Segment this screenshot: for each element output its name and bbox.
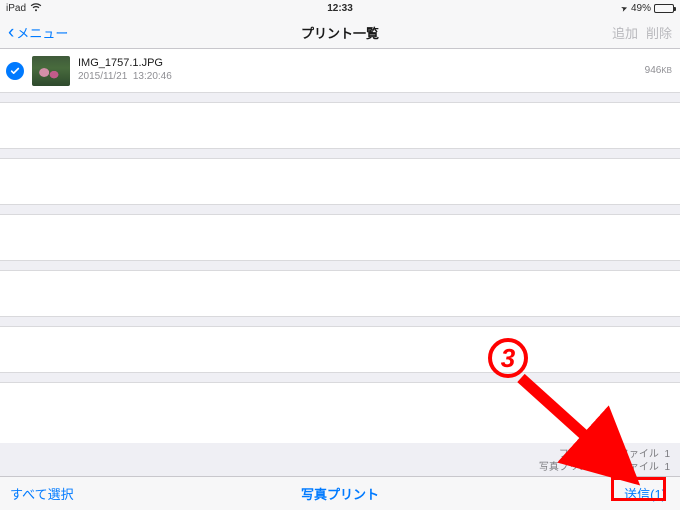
back-button[interactable]: ‹ メニュー xyxy=(8,23,68,42)
back-label: メニュー xyxy=(16,23,68,42)
thumbnail xyxy=(32,56,70,86)
delete-button: 削除 xyxy=(646,23,672,42)
page-title: プリント一覧 xyxy=(301,23,379,42)
status-time: 12:33 xyxy=(327,3,353,14)
chevron-left-icon: ‹ xyxy=(8,23,14,42)
empty-row xyxy=(0,327,680,373)
file-meta: 2015/11/21 13:20:46 xyxy=(78,71,172,84)
location-icon: ➤ xyxy=(620,3,629,14)
send-button[interactable]: 送信(1) xyxy=(620,483,670,504)
spacer xyxy=(0,205,680,215)
empty-row xyxy=(0,383,680,443)
spacer xyxy=(0,93,680,103)
add-button: 追加 xyxy=(612,23,638,42)
list-item[interactable]: IMG_1757.1.JPG 2015/11/21 13:20:46 946KB xyxy=(0,49,680,93)
empty-row xyxy=(0,215,680,261)
file-size: 946KB xyxy=(645,65,672,76)
status-bar: iPad 12:33 ➤ 49% xyxy=(0,0,680,16)
battery-icon xyxy=(654,4,674,13)
toolbar: すべて選択 写真プリント 送信(1) xyxy=(0,476,680,510)
spacer xyxy=(0,261,680,271)
file-name: IMG_1757.1.JPG xyxy=(78,57,172,71)
device-label: iPad xyxy=(6,3,26,14)
empty-row xyxy=(0,103,680,149)
footer-info: フォルダー内ファイル 1 写真プリント可能ファイル 1 xyxy=(539,449,670,474)
empty-row xyxy=(0,159,680,205)
empty-row xyxy=(0,271,680,317)
nav-bar: ‹ メニュー プリント一覧 追加 削除 xyxy=(0,16,680,49)
spacer xyxy=(0,373,680,383)
spacer xyxy=(0,149,680,159)
battery-percent: 49% xyxy=(631,3,651,14)
select-all-button[interactable]: すべて選択 xyxy=(10,484,74,503)
spacer xyxy=(0,317,680,327)
wifi-icon xyxy=(30,3,42,14)
checkmark-icon[interactable] xyxy=(6,62,24,80)
photo-print-button[interactable]: 写真プリント xyxy=(301,484,379,503)
